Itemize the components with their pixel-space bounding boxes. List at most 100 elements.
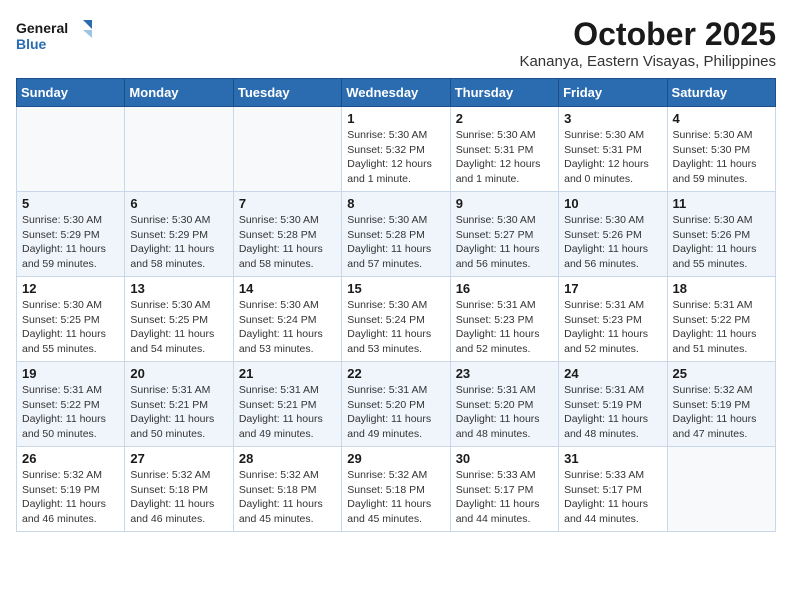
- day-info: Sunrise: 5:33 AM Sunset: 5:17 PM Dayligh…: [564, 468, 661, 527]
- day-info: Sunrise: 5:30 AM Sunset: 5:30 PM Dayligh…: [673, 128, 770, 187]
- day-info: Sunrise: 5:30 AM Sunset: 5:27 PM Dayligh…: [456, 213, 553, 272]
- day-number: 29: [347, 451, 444, 466]
- weekday-header-tuesday: Tuesday: [233, 79, 341, 107]
- day-number: 19: [22, 366, 119, 381]
- calendar-day-cell: 24 Sunrise: 5:31 AM Sunset: 5:19 PM Dayli…: [559, 362, 667, 447]
- weekday-header-thursday: Thursday: [450, 79, 558, 107]
- calendar-day-cell: 9 Sunrise: 5:30 AM Sunset: 5:27 PM Daylig…: [450, 192, 558, 277]
- calendar-day-cell: 1 Sunrise: 5:30 AM Sunset: 5:32 PM Daylig…: [342, 107, 450, 192]
- day-number: 12: [22, 281, 119, 296]
- day-number: 17: [564, 281, 661, 296]
- calendar-day-cell: 28Sunrise: 5:32 AM Sunset: 5:18 PM Dayli…: [233, 447, 341, 532]
- day-info: Sunrise: 5:30 AM Sunset: 5:29 PM Dayligh…: [130, 213, 227, 272]
- weekday-header-monday: Monday: [125, 79, 233, 107]
- day-info: Sunrise: 5:30 AM Sunset: 5:31 PM Dayligh…: [456, 128, 553, 187]
- weekday-header-sunday: Sunday: [17, 79, 125, 107]
- weekday-header-friday: Friday: [559, 79, 667, 107]
- day-info: Sunrise: 5:32 AM Sunset: 5:19 PM Dayligh…: [673, 383, 770, 442]
- day-info: Sunrise: 5:33 AM Sunset: 5:17 PM Dayligh…: [456, 468, 553, 527]
- calendar-day-cell: 18Sunrise: 5:31 AM Sunset: 5:22 PM Dayli…: [667, 277, 775, 362]
- day-info: Sunrise: 5:32 AM Sunset: 5:18 PM Dayligh…: [239, 468, 336, 527]
- day-info: Sunrise: 5:31 AM Sunset: 5:23 PM Dayligh…: [456, 298, 553, 357]
- day-number: 15: [347, 281, 444, 296]
- day-info: Sunrise: 5:30 AM Sunset: 5:25 PM Dayligh…: [130, 298, 227, 357]
- day-info: Sunrise: 5:31 AM Sunset: 5:23 PM Dayligh…: [564, 298, 661, 357]
- calendar-day-cell: 14Sunrise: 5:30 AM Sunset: 5:24 PM Dayli…: [233, 277, 341, 362]
- calendar-week-row: 5 Sunrise: 5:30 AM Sunset: 5:29 PM Daylig…: [17, 192, 776, 277]
- calendar-day-cell: 10 Sunrise: 5:30 AM Sunset: 5:26 PM Dayli…: [559, 192, 667, 277]
- day-number: 26: [22, 451, 119, 466]
- day-number: 4: [673, 111, 770, 126]
- calendar-day-cell: [125, 107, 233, 192]
- calendar-day-cell: 3 Sunrise: 5:30 AM Sunset: 5:31 PM Daylig…: [559, 107, 667, 192]
- svg-text:Blue: Blue: [16, 36, 47, 52]
- logo-svg: General Blue: [16, 16, 96, 56]
- day-number: 3: [564, 111, 661, 126]
- calendar-day-cell: 19Sunrise: 5:31 AM Sunset: 5:22 PM Dayli…: [17, 362, 125, 447]
- svg-text:General: General: [16, 20, 68, 36]
- day-info: Sunrise: 5:31 AM Sunset: 5:21 PM Dayligh…: [130, 383, 227, 442]
- calendar-day-cell: 20 Sunrise: 5:31 AM Sunset: 5:21 PM Dayli…: [125, 362, 233, 447]
- page-header: General Blue October 2025 Kananya, Easte…: [16, 16, 776, 70]
- day-number: 30: [456, 451, 553, 466]
- calendar-day-cell: 11Sunrise: 5:30 AM Sunset: 5:26 PM Dayli…: [667, 192, 775, 277]
- day-info: Sunrise: 5:31 AM Sunset: 5:19 PM Dayligh…: [564, 383, 661, 442]
- day-number: 21: [239, 366, 336, 381]
- calendar-day-cell: [667, 447, 775, 532]
- day-info: Sunrise: 5:32 AM Sunset: 5:18 PM Dayligh…: [347, 468, 444, 527]
- day-info: Sunrise: 5:30 AM Sunset: 5:24 PM Dayligh…: [347, 298, 444, 357]
- day-number: 27: [130, 451, 227, 466]
- month-title: October 2025: [519, 16, 776, 53]
- calendar-day-cell: 16 Sunrise: 5:31 AM Sunset: 5:23 PM Dayli…: [450, 277, 558, 362]
- calendar-day-cell: 4 Sunrise: 5:30 AM Sunset: 5:30 PM Daylig…: [667, 107, 775, 192]
- day-info: Sunrise: 5:31 AM Sunset: 5:22 PM Dayligh…: [673, 298, 770, 357]
- day-info: Sunrise: 5:31 AM Sunset: 5:20 PM Dayligh…: [347, 383, 444, 442]
- day-number: 31: [564, 451, 661, 466]
- calendar-day-cell: 5 Sunrise: 5:30 AM Sunset: 5:29 PM Daylig…: [17, 192, 125, 277]
- day-number: 16: [456, 281, 553, 296]
- weekday-header-row: SundayMondayTuesdayWednesdayThursdayFrid…: [17, 79, 776, 107]
- day-number: 23: [456, 366, 553, 381]
- day-number: 9: [456, 196, 553, 211]
- day-number: 5: [22, 196, 119, 211]
- calendar-table: SundayMondayTuesdayWednesdayThursdayFrid…: [16, 78, 776, 532]
- calendar-day-cell: 6 Sunrise: 5:30 AM Sunset: 5:29 PM Daylig…: [125, 192, 233, 277]
- calendar-day-cell: 17 Sunrise: 5:31 AM Sunset: 5:23 PM Dayli…: [559, 277, 667, 362]
- day-number: 13: [130, 281, 227, 296]
- calendar-day-cell: 30 Sunrise: 5:33 AM Sunset: 5:17 PM Dayli…: [450, 447, 558, 532]
- calendar-day-cell: 13 Sunrise: 5:30 AM Sunset: 5:25 PM Dayli…: [125, 277, 233, 362]
- day-info: Sunrise: 5:30 AM Sunset: 5:29 PM Dayligh…: [22, 213, 119, 272]
- day-info: Sunrise: 5:30 AM Sunset: 5:32 PM Dayligh…: [347, 128, 444, 187]
- day-number: 10: [564, 196, 661, 211]
- calendar-day-cell: 15 Sunrise: 5:30 AM Sunset: 5:24 PM Dayli…: [342, 277, 450, 362]
- day-info: Sunrise: 5:30 AM Sunset: 5:25 PM Dayligh…: [22, 298, 119, 357]
- day-info: Sunrise: 5:32 AM Sunset: 5:19 PM Dayligh…: [22, 468, 119, 527]
- day-number: 24: [564, 366, 661, 381]
- calendar-day-cell: [233, 107, 341, 192]
- calendar-week-row: 1 Sunrise: 5:30 AM Sunset: 5:32 PM Daylig…: [17, 107, 776, 192]
- location: Kananya, Eastern Visayas, Philippines: [519, 53, 776, 70]
- day-number: 2: [456, 111, 553, 126]
- day-number: 1: [347, 111, 444, 126]
- calendar-day-cell: 25 Sunrise: 5:32 AM Sunset: 5:19 PM Dayli…: [667, 362, 775, 447]
- calendar-day-cell: 7 Sunrise: 5:30 AM Sunset: 5:28 PM Daylig…: [233, 192, 341, 277]
- day-number: 6: [130, 196, 227, 211]
- day-info: Sunrise: 5:30 AM Sunset: 5:28 PM Dayligh…: [239, 213, 336, 272]
- day-number: 20: [130, 366, 227, 381]
- day-info: Sunrise: 5:30 AM Sunset: 5:26 PM Dayligh…: [673, 213, 770, 272]
- day-info: Sunrise: 5:32 AM Sunset: 5:18 PM Dayligh…: [130, 468, 227, 527]
- calendar-day-cell: 12 Sunrise: 5:30 AM Sunset: 5:25 PM Dayli…: [17, 277, 125, 362]
- calendar-week-row: 19Sunrise: 5:31 AM Sunset: 5:22 PM Dayli…: [17, 362, 776, 447]
- day-info: Sunrise: 5:31 AM Sunset: 5:20 PM Dayligh…: [456, 383, 553, 442]
- logo: General Blue: [16, 16, 96, 56]
- calendar-day-cell: [17, 107, 125, 192]
- title-block: October 2025 Kananya, Eastern Visayas, P…: [519, 16, 776, 70]
- day-info: Sunrise: 5:30 AM Sunset: 5:26 PM Dayligh…: [564, 213, 661, 272]
- calendar-day-cell: 29 Sunrise: 5:32 AM Sunset: 5:18 PM Dayli…: [342, 447, 450, 532]
- day-info: Sunrise: 5:30 AM Sunset: 5:31 PM Dayligh…: [564, 128, 661, 187]
- day-info: Sunrise: 5:31 AM Sunset: 5:21 PM Dayligh…: [239, 383, 336, 442]
- day-number: 25: [673, 366, 770, 381]
- calendar-day-cell: 23 Sunrise: 5:31 AM Sunset: 5:20 PM Dayli…: [450, 362, 558, 447]
- calendar-day-cell: 2 Sunrise: 5:30 AM Sunset: 5:31 PM Daylig…: [450, 107, 558, 192]
- day-number: 7: [239, 196, 336, 211]
